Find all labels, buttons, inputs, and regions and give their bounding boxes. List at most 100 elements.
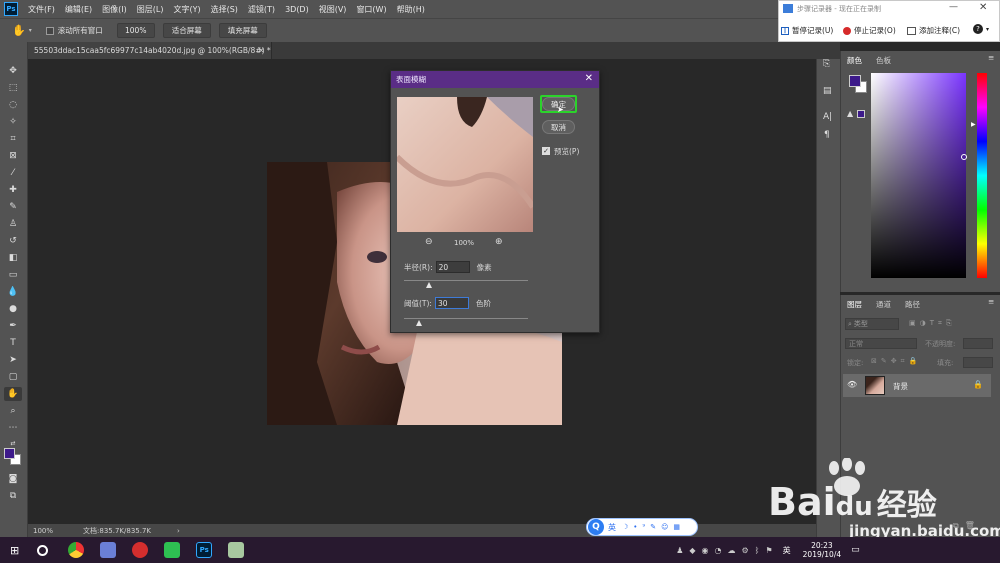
menu-select[interactable]: 选择(S) [211,4,238,15]
panel-foreground-swatch[interactable] [849,75,861,87]
stop-recording-button[interactable]: 停止记录(O) [843,25,896,36]
close-tab-icon[interactable]: × [257,46,265,56]
fill-screen-button[interactable]: 填充屏幕 [218,23,267,38]
menu-help[interactable]: 帮助(H) [397,4,425,15]
zoom-in-icon[interactable]: ⊕ [495,237,503,247]
radius-slider-track[interactable] [404,280,528,281]
pause-recording-button[interactable]: ‖ 暂停记录(U) [781,25,833,36]
tab-swatches[interactable]: 色板 [876,55,891,66]
tray-lang[interactable]: 英 [783,545,791,556]
pen-tool-icon[interactable]: ✒ [4,319,22,333]
notification-icon[interactable]: ▭ [851,545,860,555]
dialog-title-bar[interactable]: 表面模糊 ✕ [391,71,599,88]
fit-screen-button[interactable]: 适合屏幕 [162,23,211,38]
dodge-tool-icon[interactable]: ● [4,302,22,316]
screen-mode-icon[interactable]: ⧉ [4,489,22,503]
chevron-down-icon[interactable]: ▾ [29,27,32,34]
wechat-icon[interactable] [164,542,181,558]
chrome-icon[interactable] [68,542,85,558]
menu-file[interactable]: 文件(F) [28,4,55,15]
photoshop-taskbar-icon[interactable]: Ps [196,542,213,558]
ime-tool-icons[interactable]: ☽•⁹✎☺▦ [622,523,685,531]
netease-music-icon[interactable] [132,542,149,558]
threshold-slider-thumb[interactable] [415,320,422,326]
move-tool-icon[interactable]: ✥ [4,64,22,78]
tab-color[interactable]: 颜色 [847,55,862,66]
blend-mode-select[interactable]: 正常 [845,338,917,349]
more-tools-icon[interactable]: ⋯ [4,421,22,435]
scroll-all-windows-checkbox[interactable] [45,26,54,35]
path-selection-tool-icon[interactable]: ➤ [4,353,22,367]
type-tool-icon[interactable]: T [4,336,22,350]
add-comment-button[interactable]: 添加注释(C) [907,25,960,36]
menu-3d[interactable]: 3D(D) [285,5,309,14]
marquee-tool-icon[interactable]: ⬚ [4,81,22,95]
character-icon[interactable]: A| [823,112,832,122]
help-button[interactable]: ? ▾ [973,24,989,34]
stamp-tool-icon[interactable]: ♙ [4,217,22,231]
lasso-tool-icon[interactable]: ◌ [4,98,22,112]
layer-filter-search[interactable]: ⌕ 类型 [845,318,899,330]
close-icon[interactable]: ✕ [979,2,987,13]
app-icon[interactable] [100,542,117,558]
menu-filter[interactable]: 滤镜(T) [248,4,275,15]
status-menu-arrow-icon[interactable]: › [177,527,180,535]
document-tab[interactable]: 55503ddac15caa5fc69977c14ab4020d.jpg @ 1… [28,42,272,59]
ime-language[interactable]: 英 [608,522,616,533]
threshold-input[interactable]: 30 [434,297,469,309]
preview-checkbox[interactable]: ✓ [542,147,550,155]
hand-tool-icon[interactable]: ✋ [4,387,22,401]
filter-icons[interactable]: ▣◑T⌗⎘ [909,319,956,328]
hand-tool-icon[interactable]: ✋ [12,24,26,37]
menu-type[interactable]: 文字(Y) [173,4,200,15]
tab-channels[interactable]: 通道 [876,299,891,310]
tab-layers[interactable]: 图层 [847,299,862,310]
status-zoom[interactable]: 100% [33,527,53,535]
panel-menu-icon[interactable]: ≡ [988,297,994,306]
zoom-out-icon[interactable]: ⊖ [425,237,433,247]
cancel-button[interactable]: 取消 [542,120,575,134]
properties-icon[interactable]: ▤ [823,86,832,96]
fill-input[interactable] [963,357,993,368]
menu-window[interactable]: 窗口(W) [356,4,386,15]
opacity-input[interactable] [963,338,993,349]
search-circle-icon[interactable] [37,544,49,556]
radius-input[interactable]: 20 [435,261,470,273]
visibility-eye-icon[interactable]: 👁 [847,380,857,389]
eraser-tool-icon[interactable]: ◧ [4,251,22,265]
hue-slider[interactable] [977,73,987,278]
blur-tool-icon[interactable]: 💧 [4,285,22,299]
gradient-tool-icon[interactable]: ▭ [4,268,22,282]
web-safe-swatch[interactable] [857,110,865,118]
brush-tool-icon[interactable]: ✎ [4,200,22,214]
history-icon[interactable]: ⎘ [823,59,830,69]
menu-view[interactable]: 视图(V) [319,4,347,15]
rectangle-tool-icon[interactable]: ▢ [4,370,22,384]
lock-icons[interactable]: ⊠✎✥⌗🔒 [871,357,921,366]
steps-recorder-taskbar-icon[interactable] [228,542,245,558]
photoshop-logo-icon[interactable]: Ps [4,2,18,16]
magic-wand-tool-icon[interactable]: ✧ [4,115,22,129]
zoom-tool-icon[interactable]: ⌕ [4,404,22,418]
healing-brush-tool-icon[interactable]: ✚ [4,183,22,197]
foreground-color-swatch[interactable] [4,448,15,459]
radius-slider-thumb[interactable] [425,282,432,288]
minimize-icon[interactable]: — [949,2,958,12]
eyedropper-tool-icon[interactable]: ⁄ [4,166,22,180]
windows-start-icon[interactable]: ⊞ [10,544,19,557]
crop-tool-icon[interactable]: ⌗ [4,132,22,146]
menu-layer[interactable]: 图层(L) [137,4,164,15]
tab-paths[interactable]: 路径 [905,299,920,310]
history-brush-tool-icon[interactable]: ↺ [4,234,22,248]
layer-row-background[interactable]: 👁 背景 🔒 [843,374,991,397]
paragraph-icon[interactable]: ¶ [824,130,830,140]
tray-icons[interactable]: ♟◆◉◔☁⚙ᛒ⚑ [676,546,778,555]
quick-mask-icon[interactable]: ◙ [4,472,22,486]
threshold-slider-track[interactable] [404,318,528,319]
zoom-level-button[interactable]: 100% [116,23,155,38]
color-field[interactable] [871,73,966,278]
clock[interactable]: 20:23 2019/10/4 [803,541,841,559]
filter-preview[interactable] [397,97,533,232]
panel-menu-icon[interactable]: ≡ [988,53,994,62]
frame-tool-icon[interactable]: ⊠ [4,149,22,163]
